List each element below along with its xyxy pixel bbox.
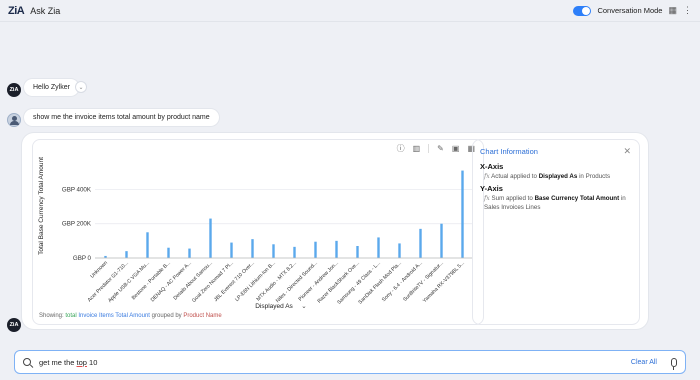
- bar: [125, 251, 128, 258]
- x-function: Actual: [491, 173, 509, 180]
- bar: [335, 240, 338, 258]
- bar: [272, 244, 275, 258]
- bar: [230, 242, 233, 258]
- y-in-text: in: [620, 195, 626, 203]
- x-tick-label: LP-E6N Lithium-Ion B...: [234, 260, 277, 303]
- x-tick-label: DENAQ - AC Power A...: [150, 260, 193, 303]
- conversation-mode-label: Conversation Mode: [597, 6, 663, 15]
- query-text-start: get me the: [39, 357, 77, 367]
- x-tick-label: Goal Zero Nomad 7 Pl...: [191, 260, 235, 304]
- showing-dimension: Product Name: [183, 313, 222, 319]
- x-tick-label: Unknown: [89, 260, 109, 280]
- function-icon: fx: [484, 195, 490, 203]
- x-tick-label: Apple USB-C VGA Mu...: [107, 260, 151, 304]
- showing-summary: Showing: total Invoice Items Total Amoun…: [39, 313, 222, 319]
- bar-chart-icon[interactable]: ▥: [413, 144, 421, 153]
- query-input-bar[interactable]: get me the top 10 Clear All: [14, 350, 686, 374]
- bar: [314, 241, 317, 258]
- x-tick-label: Pioneer - Andrew Jon...: [298, 260, 340, 302]
- bar: [293, 246, 296, 258]
- bar: [398, 243, 401, 258]
- x-field: Displayed As: [538, 173, 578, 180]
- bar: [188, 248, 191, 258]
- x-axis-heading: X-Axis: [480, 162, 504, 171]
- answer-card: ⓘ ▥ ✎ ▣ ▦ GBP 0 GBP 200K GBP 400K Total Bas…: [22, 133, 648, 329]
- y-function: Sum: [491, 195, 505, 203]
- x-tick-label: Details About Samsu...: [173, 260, 214, 301]
- zia-avatar: ZiA: [7, 318, 21, 332]
- y-tick-label: GBP 200K: [62, 221, 92, 228]
- user-avatar: [7, 113, 21, 127]
- x-tick-label: Yamaha RX-V379BL 5...: [422, 260, 466, 304]
- chart-toolbar: ⓘ ▥ ✎ ▣ ▦: [397, 144, 475, 153]
- bar-chart: GBP 0 GBP 200K GBP 400K Total Base Currency…: [38, 157, 473, 310]
- function-icon: fx: [484, 173, 490, 180]
- x-tick-label: MTX Audio - MTX 8.2...: [256, 260, 298, 302]
- query-text-end: 10: [86, 357, 98, 367]
- search-icon: [23, 358, 31, 366]
- x-axis-detail: fx Actual applied to Displayed As in Pro…: [484, 173, 632, 181]
- bar: [209, 218, 212, 258]
- chart-panel: ⓘ ▥ ✎ ▣ ▦ GBP 0 GBP 200K GBP 400K Total Bas…: [32, 139, 484, 325]
- chevron-down-icon: ⌄: [301, 302, 306, 310]
- chart-information-panel: Chart Information ✕ X-Axis fx Actual app…: [472, 139, 640, 325]
- bar: [251, 239, 254, 258]
- x-tick-label: Bestone - Portable B...: [131, 260, 172, 301]
- zia-avatar: ZiA: [7, 83, 21, 97]
- showing-aggregation: total: [65, 313, 77, 319]
- microphone-icon[interactable]: [671, 357, 677, 370]
- conversation-mode-toggle[interactable]: [573, 5, 592, 16]
- y-axis-detail: fx Sum applied to Base Currency Total Am…: [484, 195, 632, 212]
- app-title: Ask Zia: [30, 5, 61, 16]
- x-axis-label: Displayed As: [255, 303, 293, 310]
- query-text-flagged: top: [76, 357, 87, 367]
- x-tick-label: SunBriteTV - Signatur...: [402, 260, 445, 303]
- showing-prefix: Showing:: [39, 313, 64, 319]
- showing-grouped: grouped by: [151, 313, 182, 319]
- bar: [146, 232, 149, 258]
- showing-measure: Invoice Items Total Amount: [78, 313, 150, 319]
- greeting-bubble: Hello Zylker: [24, 79, 79, 96]
- query-input[interactable]: get me the top 10: [39, 358, 97, 367]
- clear-all-button[interactable]: Clear All: [631, 359, 657, 366]
- y-tick-label: GBP 0: [73, 255, 92, 262]
- x-tick-label: Sony - 6.4 - Android A...: [381, 260, 424, 303]
- x-in-text: in: [579, 173, 584, 180]
- pencil-icon[interactable]: ✎: [437, 144, 444, 153]
- top-bar: ZiA Ask Zia Conversation Mode ▦ ⋮: [0, 0, 700, 22]
- bar: [419, 228, 422, 258]
- user-query-bubble: show me the invoice items total amount b…: [24, 109, 219, 126]
- save-icon[interactable]: ▣: [452, 144, 460, 153]
- y-field: Base Currency Total Amount: [534, 195, 620, 203]
- y-applied-text: applied to: [505, 195, 533, 203]
- bar: [377, 237, 380, 258]
- layout-icon[interactable]: ▦: [668, 6, 677, 15]
- x-tick-label: Acer Predator G1-710...: [87, 260, 130, 303]
- more-options-icon[interactable]: ⋮: [683, 6, 692, 15]
- bar: [167, 247, 170, 258]
- toolbar-divider: [428, 144, 430, 153]
- chevron-down-icon[interactable]: ⌄: [76, 82, 86, 92]
- x-tick-label: JBL Everest 710 Over...: [213, 260, 256, 303]
- bar: [356, 246, 359, 258]
- topbar-actions: Conversation Mode ▦ ⋮: [573, 5, 692, 16]
- x-applied-text: applied to: [510, 173, 537, 180]
- y-tick-label: GBP 400K: [62, 186, 92, 193]
- y-axis-heading: Y-Axis: [480, 184, 503, 194]
- y-table: Sales Invoices Lines: [484, 203, 541, 211]
- bar: [440, 223, 443, 258]
- info-icon[interactable]: ⓘ: [397, 144, 405, 153]
- x-table: Products: [585, 173, 611, 180]
- bar: [461, 170, 464, 258]
- zia-logo: ZiA: [8, 4, 25, 17]
- close-icon[interactable]: ✕: [623, 146, 631, 157]
- chart-information-title: Chart Information: [480, 147, 538, 156]
- y-axis-label: Total Base Currency Total Amount: [38, 157, 45, 255]
